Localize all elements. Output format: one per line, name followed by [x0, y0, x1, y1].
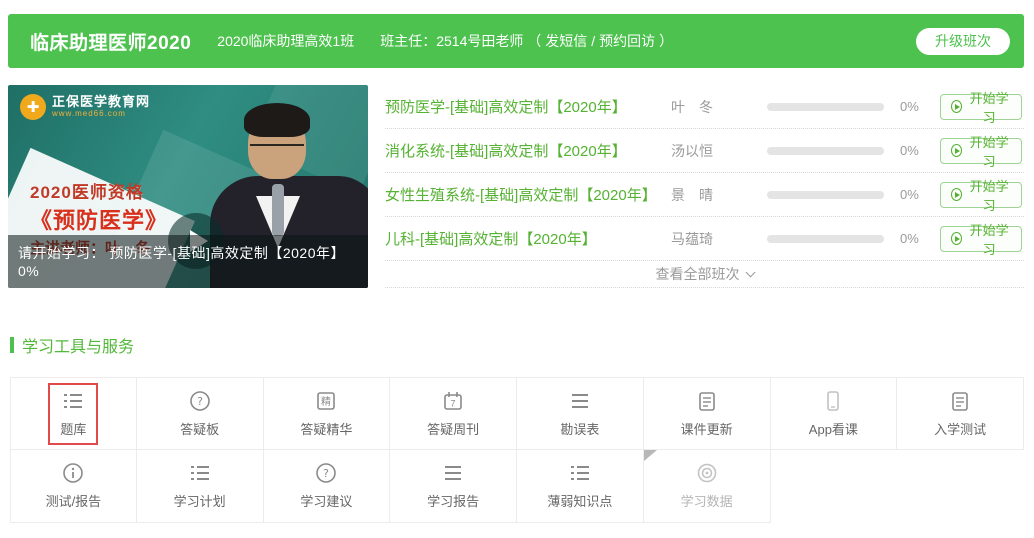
boxed-jing-icon: 精 — [314, 389, 338, 413]
section-title: 学习工具与服务 — [22, 333, 134, 357]
list-icon — [61, 389, 85, 413]
svg-text:精: 精 — [321, 395, 331, 408]
course-row: 儿科-[基础]高效定制【2020年】 马蕴琦 0% 开始学习 — [385, 217, 1024, 261]
hamburger-lines-icon — [568, 389, 592, 413]
advisor-info: 班主任：2514号田老师 （ 发短信 / 预约回访 ） — [380, 31, 673, 51]
target-icon — [695, 461, 719, 485]
reserve-callback-link[interactable]: 预约回访 — [599, 31, 655, 51]
start-learning-button[interactable]: 开始学习 — [940, 138, 1022, 164]
course-teacher: 叶 冬 — [671, 97, 763, 117]
upgrade-class-button[interactable]: 升级班次 — [916, 28, 1010, 55]
chevron-down-icon — [745, 267, 755, 277]
course-teacher: 景 晴 — [671, 185, 763, 205]
course-progress-percent: 0% — [900, 187, 940, 202]
play-circle-icon — [951, 144, 962, 157]
tool-item-qa-board[interactable]: ? 答疑板 — [137, 377, 264, 450]
svg-text:?: ? — [197, 395, 203, 408]
send-sms-link[interactable]: 发短信 — [545, 31, 587, 51]
phone-icon — [821, 389, 845, 413]
tool-item-entrance-test[interactable]: 入学测试 — [897, 377, 1024, 450]
course-title-link[interactable]: 消化系统-[基础]高效定制【2020年】 — [385, 140, 671, 161]
tool-item-courseware-updates[interactable]: 课件更新 — [644, 377, 771, 450]
tool-item-question-bank[interactable]: 题库 — [10, 377, 137, 450]
course-progress-percent: 0% — [900, 99, 940, 114]
course-video-thumbnail[interactable]: ✚ 正保医学教育网 www.med66.com 2020医师资格 《预防医学》 … — [8, 85, 368, 288]
start-learning-button[interactable]: 开始学习 — [940, 182, 1022, 208]
svg-text:?: ? — [323, 467, 329, 480]
play-circle-icon — [951, 232, 962, 245]
course-row: 消化系统-[基础]高效定制【2020年】 汤以恒 0% 开始学习 — [385, 129, 1024, 173]
list-icon — [188, 461, 212, 485]
tool-item-study-data[interactable]: 学习数据 — [644, 450, 771, 523]
brand-url: www.med66.com — [52, 110, 150, 119]
tool-item-study-advice[interactable]: ? 学习建议 — [264, 450, 391, 523]
question-circle-icon: ? — [188, 389, 212, 413]
view-all-classes-link[interactable]: 查看全部班次 — [385, 261, 1024, 288]
course-progress-percent: 0% — [900, 143, 940, 158]
class-name: 2020临床助理高效1班 — [217, 31, 354, 51]
course-teacher: 马蕴琦 — [671, 229, 763, 249]
class-header: 临床助理医师2020 2020临床助理高效1班 班主任：2514号田老师 （ 发… — [8, 14, 1024, 68]
advisor-suffix: ） — [659, 31, 673, 51]
play-circle-icon — [951, 100, 962, 113]
section-accent-bar — [10, 337, 14, 353]
start-learning-button[interactable]: 开始学习 — [940, 94, 1022, 120]
advisor-label: 班主任：2514号田老师 （ — [380, 31, 541, 51]
tool-item-weak-points[interactable]: 薄弱知识点 — [517, 450, 644, 523]
corner-triangle-icon — [644, 450, 657, 461]
calendar-7-icon: 7 — [441, 389, 465, 413]
play-circle-icon — [951, 188, 962, 201]
course-progress-bar — [767, 103, 884, 111]
tool-item-study-report[interactable]: 学习报告 — [390, 450, 517, 523]
tool-item-test-report[interactable]: 测试/报告 — [10, 450, 137, 523]
course-progress-bar — [767, 147, 884, 155]
tool-item-errata[interactable]: 勘误表 — [517, 377, 644, 450]
tool-item-qa-highlights[interactable]: 精 答疑精华 — [264, 377, 391, 450]
start-learning-button[interactable]: 开始学习 — [940, 226, 1022, 252]
advisor-separator: / — [591, 33, 595, 49]
list-icon — [568, 461, 592, 485]
course-progress-bar — [767, 235, 884, 243]
course-progress-percent: 0% — [900, 231, 940, 246]
tools-section-header: 学习工具与服务 — [10, 336, 1034, 354]
document-icon — [695, 389, 719, 413]
highlight-box: 题库 — [48, 383, 98, 445]
svg-text:7: 7 — [451, 398, 456, 408]
course-title-link[interactable]: 女性生殖系统-[基础]高效定制【2020年】 — [385, 184, 671, 205]
tool-item-app-study[interactable]: App看课 — [771, 377, 898, 450]
page-title: 临床助理医师2020 — [30, 28, 191, 55]
document-icon — [948, 389, 972, 413]
course-title-link[interactable]: 预防医学-[基础]高效定制【2020年】 — [385, 96, 671, 117]
tool-item-qa-weekly[interactable]: 7 答疑周刊 — [390, 377, 517, 450]
main-area: ✚ 正保医学教育网 www.med66.com 2020医师资格 《预防医学》 … — [8, 85, 1024, 288]
brand-name: 正保医学教育网 — [52, 95, 150, 109]
video-title-line1: 2020医师资格 — [30, 178, 144, 203]
course-title-link[interactable]: 儿科-[基础]高效定制【2020年】 — [385, 228, 671, 249]
tool-item-study-plan[interactable]: 学习计划 — [137, 450, 264, 523]
course-row: 女性生殖系统-[基础]高效定制【2020年】 景 晴 0% 开始学习 — [385, 173, 1024, 217]
tools-grid: 题库 ? 答疑板 精 答疑精华 — [10, 377, 1024, 523]
video-status-overlay: 请开始学习： 预防医学-[基础]高效定制【2020年】 0% — [8, 235, 368, 288]
brand-logo-icon: ✚ — [20, 94, 46, 120]
question-circle-icon: ? — [314, 461, 338, 485]
course-teacher: 汤以恒 — [671, 141, 763, 161]
info-circle-icon — [61, 461, 85, 485]
hamburger-lines-icon — [441, 461, 465, 485]
course-progress-bar — [767, 191, 884, 199]
course-list: 预防医学-[基础]高效定制【2020年】 叶 冬 0% 开始学习 消化系统-[基… — [385, 85, 1024, 288]
brand-logo: ✚ 正保医学教育网 www.med66.com — [20, 94, 150, 120]
video-title-line2: 《预防医学》 — [30, 203, 168, 235]
course-row: 预防医学-[基础]高效定制【2020年】 叶 冬 0% 开始学习 — [385, 85, 1024, 129]
